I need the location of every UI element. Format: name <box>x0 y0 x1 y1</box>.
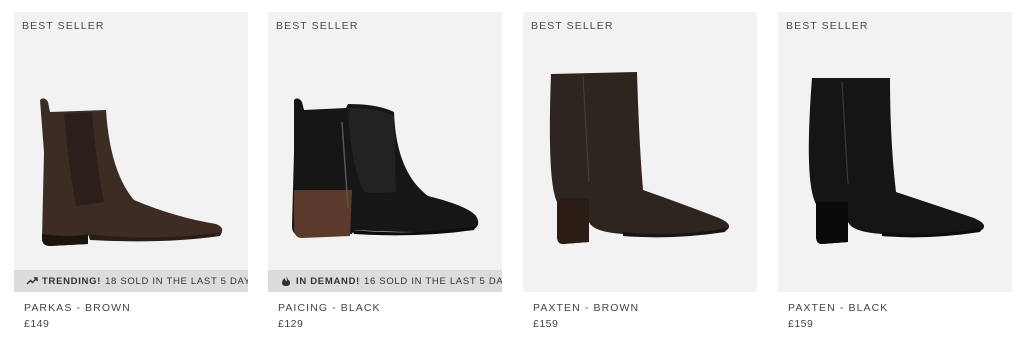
product-grid: BEST SELLER TRENDING! 18 SOLD IN THE LAS… <box>0 0 1024 340</box>
product-name[interactable]: PARKAS - BROWN <box>24 302 131 314</box>
promo-text: 16 SOLD IN THE LAST 5 DAYS <box>364 275 502 287</box>
fire-icon <box>280 275 292 287</box>
product-name[interactable]: PAXTEN - BLACK <box>788 302 888 314</box>
promo-text: 18 SOLD IN THE LAST 5 DAYS <box>105 275 248 287</box>
trending-banner: TRENDING! 18 SOLD IN THE LAST 5 DAYS <box>14 270 248 292</box>
product-image-container[interactable]: BEST SELLER IN DEMAND! 16 SOLD IN THE LA… <box>268 12 502 292</box>
heeled-ankle-boot-image[interactable] <box>523 12 757 292</box>
product-image-container[interactable]: BEST SELLER <box>523 12 757 292</box>
product-image-container[interactable]: BEST SELLER <box>778 12 1012 292</box>
product-price: £129 <box>278 318 304 330</box>
ankle-boot-image[interactable] <box>268 12 502 292</box>
product-name[interactable]: PAXTEN - BROWN <box>533 302 639 314</box>
product-name[interactable]: PAICING - BLACK <box>278 302 381 314</box>
chelsea-boot-image[interactable] <box>14 12 248 292</box>
product-price: £159 <box>533 318 559 330</box>
promo-label: IN DEMAND! <box>296 275 360 287</box>
product-card[interactable]: BEST SELLER IN DEMAND! 16 SOLD IN THE LA… <box>268 12 502 340</box>
product-card[interactable]: BEST SELLER TRENDING! 18 SOLD IN THE LAS… <box>14 12 248 340</box>
product-card[interactable]: BEST SELLER PAXTEN - BLACK £159 <box>778 12 1012 340</box>
product-price: £159 <box>788 318 814 330</box>
promo-label: TRENDING! <box>42 275 102 287</box>
heeled-ankle-boot-image[interactable] <box>778 12 1012 292</box>
in-demand-banner: IN DEMAND! 16 SOLD IN THE LAST 5 DAYS <box>268 270 502 292</box>
product-image-container[interactable]: BEST SELLER TRENDING! 18 SOLD IN THE LAS… <box>14 12 248 292</box>
trending-icon <box>26 275 38 287</box>
product-card[interactable]: BEST SELLER PAXTEN - BROWN £159 <box>523 12 757 340</box>
product-price: £149 <box>24 318 50 330</box>
